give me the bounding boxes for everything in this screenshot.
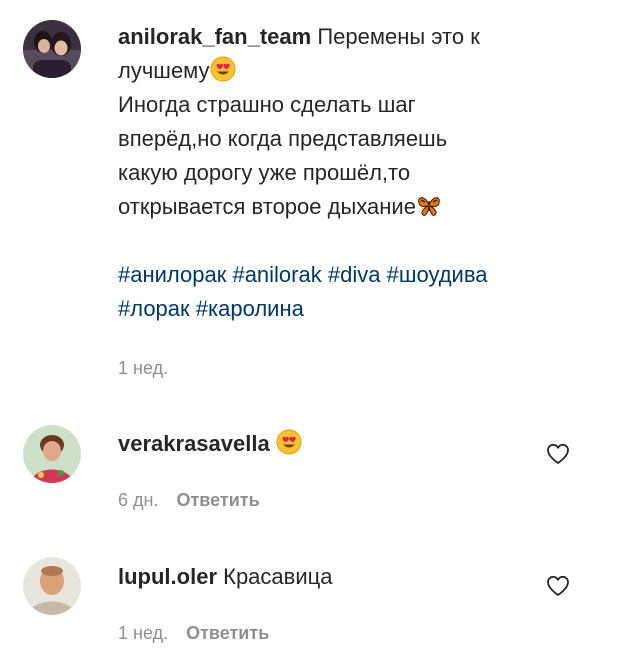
post-caption: anilorak_fan_team Перемены это к лучшему…	[118, 20, 598, 326]
caption-text: вперёд,но когда представляешь	[118, 126, 448, 151]
post-meta: 1 нед.	[118, 358, 168, 379]
hashtag-link[interactable]: #шоудива	[387, 262, 488, 287]
comment-text: Красавица	[223, 564, 333, 589]
heart-outline-icon	[547, 443, 569, 464]
reply-button[interactable]: Ответить	[176, 490, 259, 510]
comment-body: lupul.oler Красавица	[118, 560, 538, 594]
comment-meta: 6 дн. Ответить	[118, 490, 260, 511]
heart-eyes-emoji	[276, 429, 302, 455]
hashtag-link[interactable]: #diva	[328, 262, 381, 287]
butterfly-emoji	[416, 192, 442, 218]
comment-username[interactable]: verakrasavella	[118, 431, 270, 456]
comment-avatar[interactable]	[23, 425, 81, 483]
hashtag-link[interactable]: #лорак	[118, 296, 190, 321]
comments-panel: anilorak_fan_team Перемены это к лучшему…	[0, 0, 620, 654]
comment-timestamp[interactable]: 6 дн.	[118, 490, 158, 510]
like-comment-button[interactable]	[545, 573, 571, 599]
post-author-avatar[interactable]	[23, 20, 81, 78]
caption-text: Перемены это к	[317, 24, 480, 49]
heart-eyes-emoji	[210, 56, 236, 82]
comment-username[interactable]: lupul.oler	[118, 564, 217, 589]
hashtag-link[interactable]: #anilorak	[232, 262, 321, 287]
comment-body: verakrasavella	[118, 427, 538, 461]
hashtag-link[interactable]: #каролина	[196, 296, 304, 321]
post-author-username[interactable]: anilorak_fan_team	[118, 24, 311, 49]
caption-text: открывается второе дыхание	[118, 194, 416, 219]
reply-button[interactable]: Ответить	[186, 623, 269, 643]
post-timestamp[interactable]: 1 нед.	[118, 358, 168, 378]
caption-text: лучшему	[118, 58, 210, 83]
caption-text: какую дорогу уже прошёл,то	[118, 160, 411, 185]
comment-timestamp[interactable]: 1 нед.	[118, 623, 168, 643]
like-comment-button[interactable]	[545, 441, 571, 467]
hashtags: #анилорак #anilorak #diva #шоудива #лора…	[118, 258, 598, 326]
caption-text: Иногда страшно сделать шаг	[118, 92, 416, 117]
heart-outline-icon	[547, 575, 569, 596]
comment-meta: 1 нед. Ответить	[118, 623, 269, 644]
hashtag-link[interactable]: #анилорак	[118, 262, 226, 287]
comment-avatar[interactable]	[23, 557, 81, 615]
